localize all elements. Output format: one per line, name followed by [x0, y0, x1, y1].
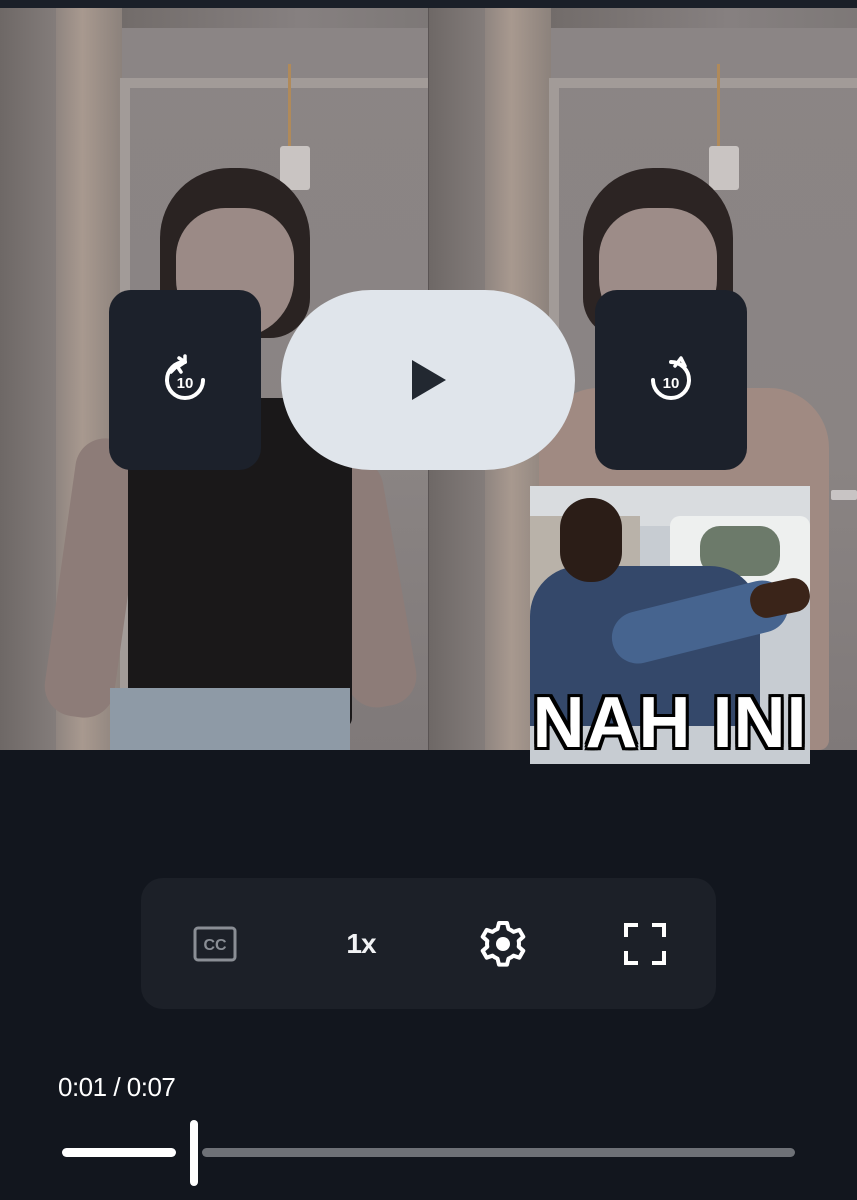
svg-text:10: 10 — [663, 375, 680, 392]
settings-button[interactable] — [432, 878, 574, 1009]
rewind-10-button[interactable]: 10 — [109, 290, 261, 470]
player-toolbar: CC 1x — [141, 878, 716, 1009]
seek-progress — [62, 1148, 176, 1157]
playback-speed-label: 1x — [346, 927, 376, 959]
fullscreen-icon — [624, 922, 666, 965]
play-icon — [412, 360, 446, 400]
meme-sticker: NAH INI — [530, 486, 810, 764]
closed-captions-icon: CC — [193, 926, 237, 961]
seek-handle[interactable] — [189, 1120, 198, 1186]
meme-caption: NAH INI — [532, 683, 808, 763]
play-button[interactable] — [281, 290, 575, 470]
forward-10-button[interactable]: 10 — [595, 290, 747, 470]
seek-track[interactable] — [202, 1148, 795, 1157]
closed-captions-button[interactable]: CC — [141, 878, 290, 1009]
time-display: 0:01 / 0:07 — [58, 1072, 176, 1102]
svg-text:CC: CC — [204, 937, 228, 954]
svg-text:10: 10 — [177, 375, 194, 392]
playback-speed-button[interactable]: 1x — [290, 878, 432, 1009]
top-edge — [0, 0, 857, 8]
gear-icon — [480, 920, 526, 967]
fullscreen-button[interactable] — [574, 878, 716, 1009]
forward-10-icon: 10 — [651, 356, 691, 400]
rewind-10-icon: 10 — [165, 354, 205, 400]
